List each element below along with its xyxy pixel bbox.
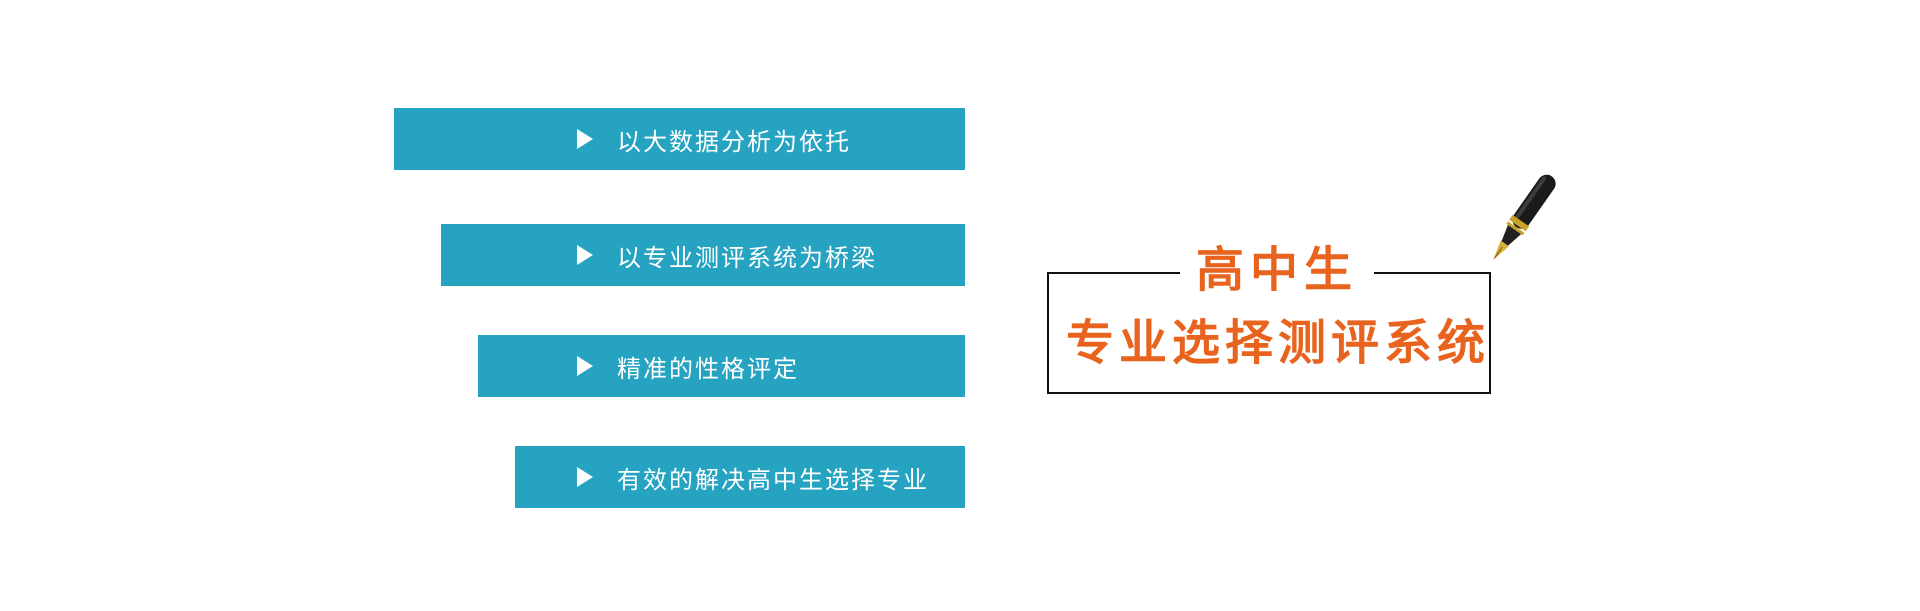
feature-bar-assessment-system: 以专业测评系统为桥梁 xyxy=(441,224,965,286)
feature-bar-content: 以专业测评系统为桥梁 xyxy=(577,224,877,286)
feature-bar-personality-assessment: 精准的性格评定 xyxy=(478,335,965,397)
play-triangle-icon xyxy=(577,129,593,149)
play-triangle-icon xyxy=(577,356,593,376)
feature-label: 精准的性格评定 xyxy=(617,354,799,383)
feature-bar-content: 以大数据分析为依托 xyxy=(577,108,851,170)
title-subtitle: 高中生 xyxy=(1180,240,1375,300)
feature-label: 以专业测评系统为桥梁 xyxy=(617,243,877,272)
feature-label: 以大数据分析为依托 xyxy=(617,127,851,156)
feature-bar-major-selection: 有效的解决高中生选择专业 xyxy=(515,446,965,508)
page: 以大数据分析为依托 以专业测评系统为桥梁 精准的性格评定 有效的解决高中生选择专… xyxy=(0,0,1920,611)
feature-label: 有效的解决高中生选择专业 xyxy=(617,465,929,494)
play-triangle-icon xyxy=(577,245,593,265)
play-triangle-icon xyxy=(577,467,593,487)
feature-bar-big-data: 以大数据分析为依托 xyxy=(394,108,965,170)
feature-bar-content: 精准的性格评定 xyxy=(577,335,799,397)
title-heading: 专业选择测评系统 xyxy=(1066,315,1491,371)
fountain-pen-icon xyxy=(1493,174,1556,260)
feature-bar-content: 有效的解决高中生选择专业 xyxy=(577,446,929,508)
